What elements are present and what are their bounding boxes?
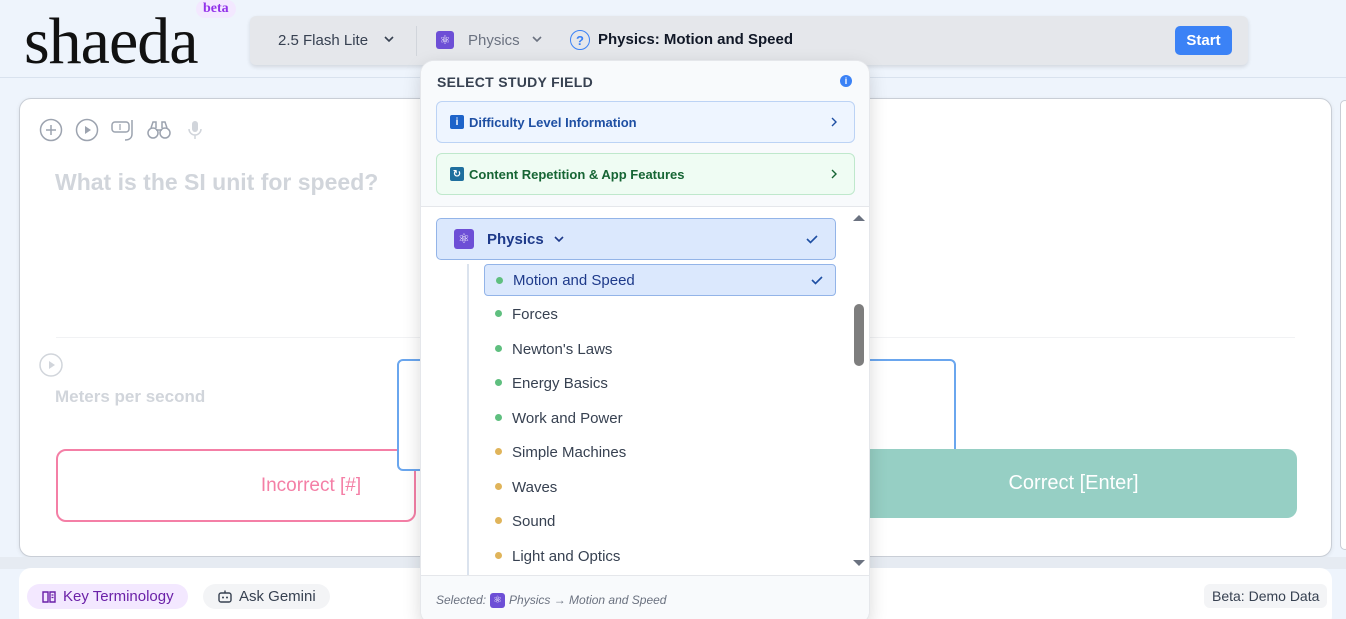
list-item-label: Newton's Laws <box>512 340 613 358</box>
top-toolbar: 2.5 Flash Lite ⚛ Physics ? Physics: Moti… <box>250 16 1248 65</box>
check-icon <box>811 276 823 285</box>
answer-text: Meters per second <box>55 387 206 406</box>
snorkel-mask-icon[interactable] <box>110 117 136 143</box>
field-select[interactable]: ⚛ Physics <box>430 25 550 55</box>
study-field-dropdown: SELECT STUDY FIELD i i Difficulty Level … <box>420 60 870 619</box>
list-item-label: Sound <box>512 512 556 530</box>
field-list: ⚛ Physics Motion and Speed Forces Newton… <box>421 208 869 584</box>
difficulty-info-label: Difficulty Level Information <box>469 114 637 130</box>
field-select-label: Physics <box>468 31 520 49</box>
chevron-down-icon <box>554 236 564 243</box>
list-item-label: Light and Optics <box>512 547 621 565</box>
tree-connector <box>467 264 469 584</box>
beta-badge: beta <box>196 0 236 18</box>
list-item[interactable]: Sound <box>484 505 836 537</box>
dropdown-title: SELECT STUDY FIELD <box>437 74 594 90</box>
difficulty-info-card[interactable]: i Difficulty Level Information <box>436 101 855 143</box>
difficulty-dot <box>495 448 502 455</box>
list-item-label: Waves <box>512 478 558 496</box>
dropdown-footer: Selected: ⚛ Physics → Motion and Speed <box>421 575 869 619</box>
list-item-label: Energy Basics <box>512 374 608 392</box>
selected-prefix: Selected: <box>436 593 487 607</box>
difficulty-dot <box>495 345 502 352</box>
list-item[interactable]: Motion and Speed <box>484 264 836 296</box>
add-icon[interactable] <box>38 117 64 143</box>
list-item[interactable]: Newton's Laws <box>484 333 836 365</box>
difficulty-dot <box>495 552 502 559</box>
dropdown-header: SELECT STUDY FIELD i i Difficulty Level … <box>421 61 869 207</box>
atom-icon: ⚛ <box>454 229 474 249</box>
repetition-info-card[interactable]: ↻ Content Repetition & App Features <box>436 153 855 195</box>
list-item-label: Motion and Speed <box>513 271 635 289</box>
start-button[interactable]: Start <box>1175 26 1232 55</box>
topic-title: Physics: Motion and Speed <box>598 31 794 48</box>
chevron-down-icon <box>532 36 542 43</box>
list-item[interactable]: Energy Basics <box>484 367 836 399</box>
question-text: What is the SI unit for speed? <box>55 169 379 195</box>
answer-play-icon[interactable] <box>38 352 64 383</box>
key-terminology-button[interactable]: Key Terminology <box>27 584 188 609</box>
binoculars-icon[interactable] <box>146 117 172 143</box>
incorrect-button[interactable]: Incorrect [#] <box>56 449 416 522</box>
list-item[interactable]: Forces <box>484 298 836 330</box>
book-icon <box>42 590 56 603</box>
correct-button-label: Correct [Enter] <box>1008 472 1139 494</box>
play-icon[interactable] <box>74 117 100 143</box>
list-item[interactable]: Waves <box>484 471 836 503</box>
difficulty-dot <box>495 483 502 490</box>
list-item-label: Forces <box>512 305 558 323</box>
side-panel-edge <box>1340 100 1346 550</box>
difficulty-dot <box>495 517 502 524</box>
atom-icon: ⚛ <box>436 31 454 49</box>
info-icon[interactable]: i <box>840 75 852 87</box>
category-physics[interactable]: ⚛ Physics <box>436 218 836 260</box>
difficulty-dot <box>496 277 503 284</box>
difficulty-dot <box>495 379 502 386</box>
scroll-up-arrow[interactable] <box>852 213 866 223</box>
model-select[interactable]: 2.5 Flash Lite <box>264 25 408 55</box>
difficulty-dot <box>495 414 502 421</box>
toolbar-divider <box>416 26 417 56</box>
demo-data-badge: Beta: Demo Data <box>1204 584 1328 608</box>
check-icon <box>806 235 818 244</box>
scroll-down-arrow[interactable] <box>852 558 866 568</box>
info-square-icon: i <box>450 115 464 129</box>
list-item-label: Simple Machines <box>512 443 627 461</box>
correct-button[interactable]: Correct [Enter] <box>850 449 1297 518</box>
repeat-icon: ↻ <box>450 167 464 181</box>
chevron-down-icon <box>384 36 394 43</box>
card-toolbar <box>38 117 208 143</box>
chevron-right-icon <box>831 169 837 179</box>
app-logo: shaeda <box>24 5 199 78</box>
robot-icon <box>218 590 232 603</box>
list-item[interactable]: Light and Optics <box>484 540 836 572</box>
list-item[interactable]: Simple Machines <box>484 436 836 468</box>
selected-path: Physics → Motion and Speed <box>509 593 667 607</box>
difficulty-dot <box>495 310 502 317</box>
ask-gemini-button[interactable]: Ask Gemini <box>203 584 330 609</box>
atom-icon: ⚛ <box>490 593 506 608</box>
scrollbar-thumb[interactable] <box>854 304 864 366</box>
chevron-right-icon <box>831 117 837 127</box>
help-icon[interactable]: ? <box>570 30 590 50</box>
model-select-label: 2.5 Flash Lite <box>278 31 369 49</box>
category-label: Physics <box>487 230 544 248</box>
ask-gemini-label: Ask Gemini <box>239 588 316 605</box>
incorrect-button-label: Incorrect [#] <box>260 474 362 496</box>
microphone-icon[interactable] <box>182 117 208 143</box>
key-terminology-label: Key Terminology <box>63 588 174 605</box>
repetition-info-label: Content Repetition & App Features <box>469 166 685 182</box>
list-item[interactable]: Work and Power <box>484 402 836 434</box>
list-item-label: Work and Power <box>512 409 623 427</box>
